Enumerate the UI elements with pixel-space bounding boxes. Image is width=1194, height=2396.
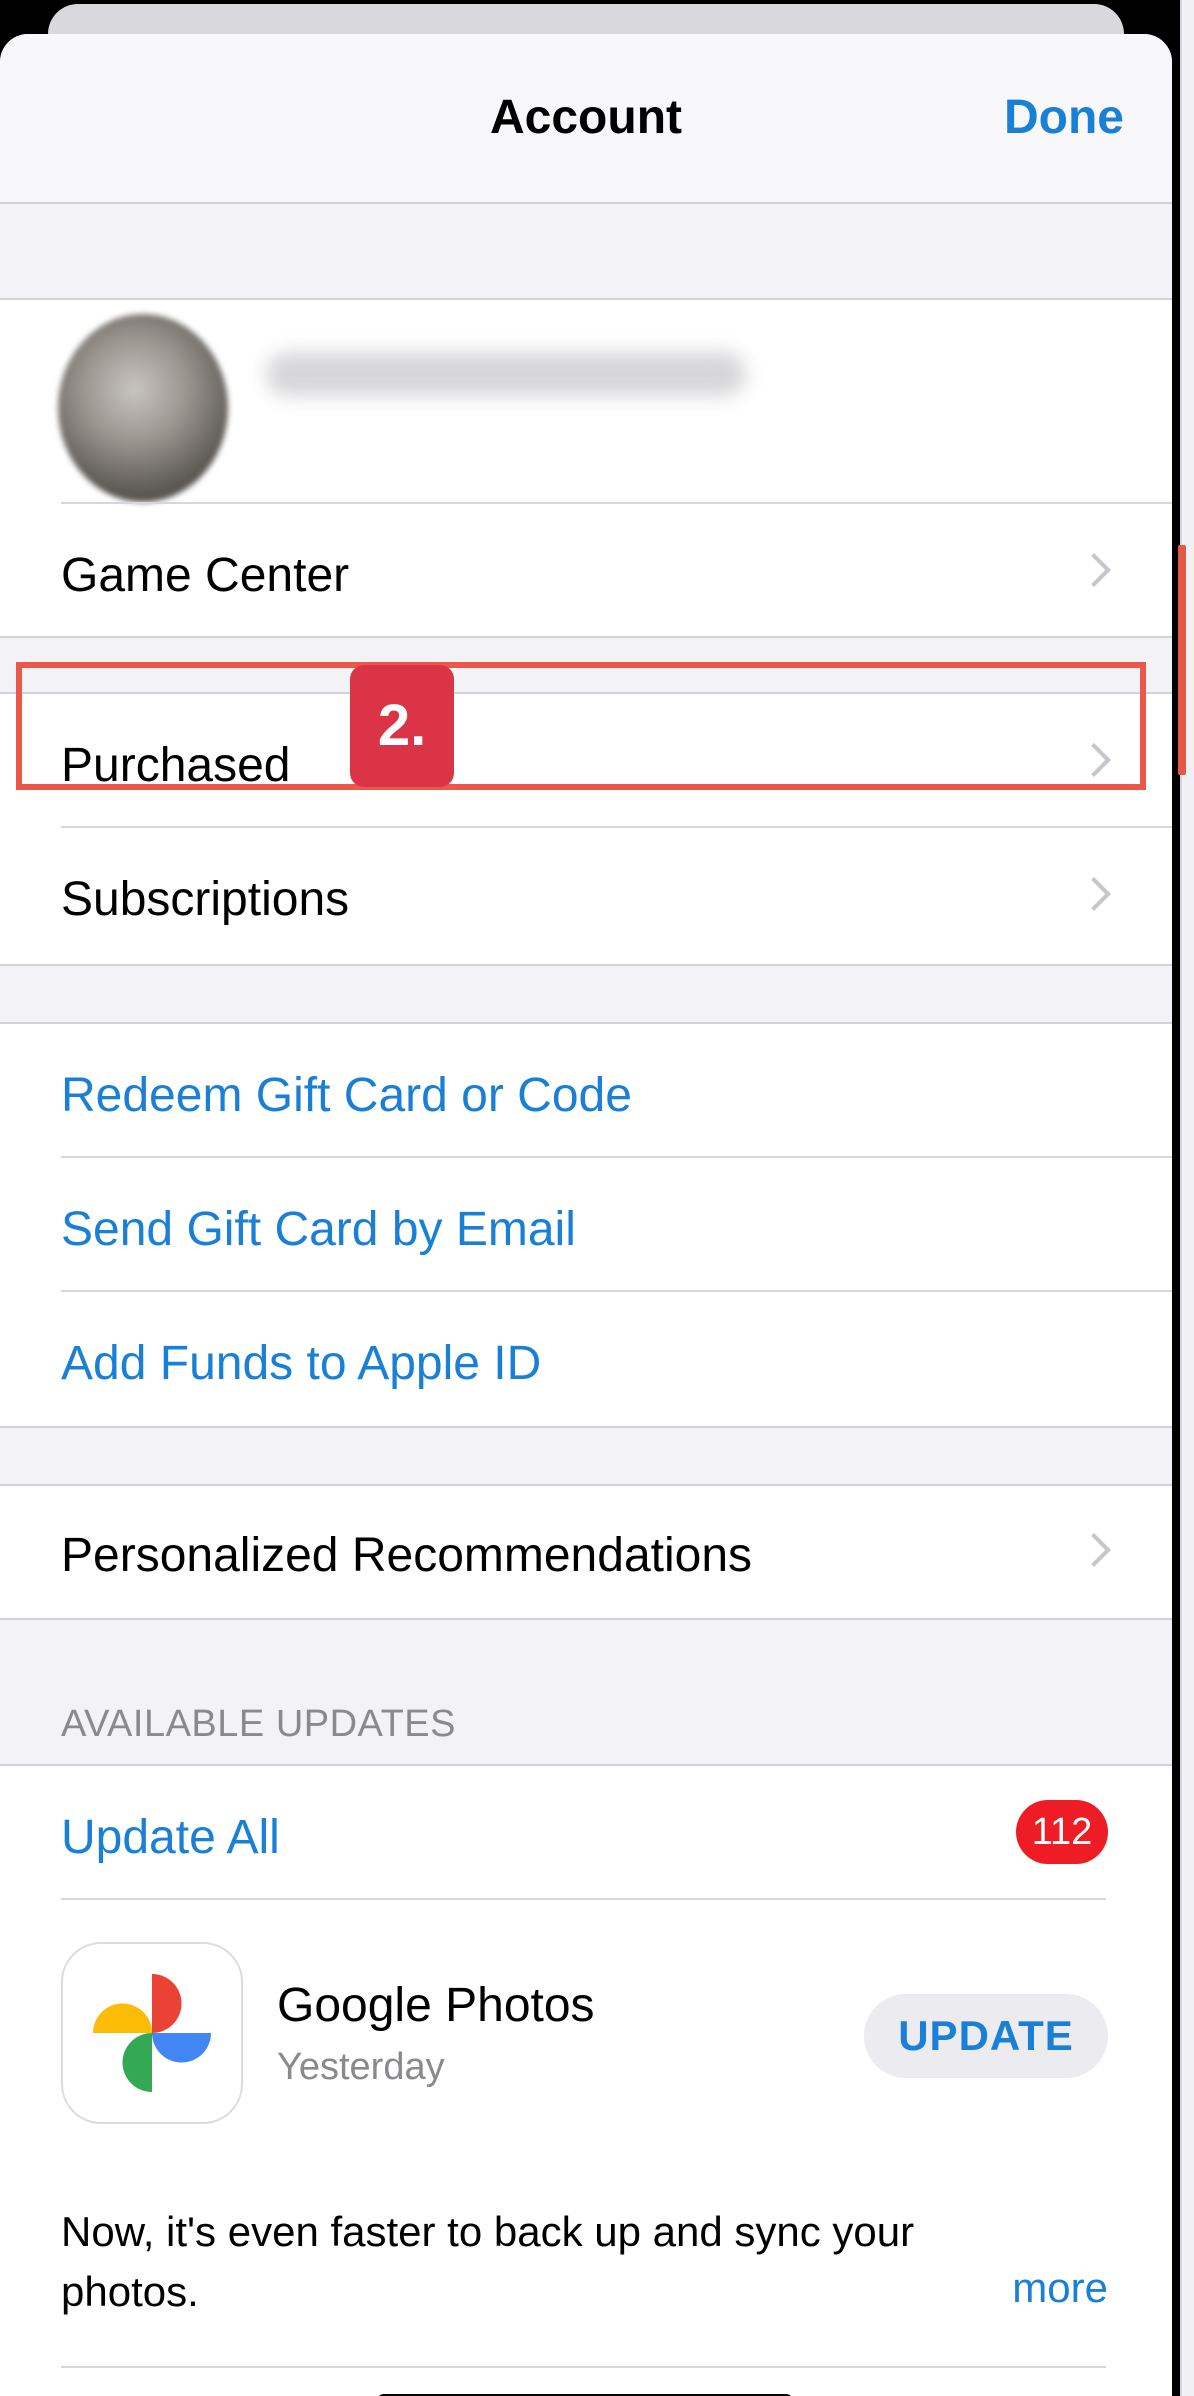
more-link[interactable]: more	[1012, 2264, 1108, 2312]
app-update-date: Yesterday	[277, 2046, 445, 2088]
update-all-row: Update All	[0, 1766, 1172, 1898]
navigation-bar: Account Done	[0, 34, 1172, 204]
send-gift-row[interactable]: Send Gift Card by Email	[0, 1158, 1172, 1290]
redeem-row[interactable]: Redeem Gift Card or Code	[0, 1024, 1172, 1156]
recommendations-group: Personalized Recommendations	[0, 1484, 1172, 1620]
personalized-recommendations-label: Personalized Recommendations	[61, 1529, 753, 1582]
update-count-badge: 112	[1016, 1800, 1108, 1864]
step-number-badge: 2.	[350, 665, 454, 787]
update-button[interactable]: UPDATE	[864, 1994, 1108, 2078]
annotation-edge-mark	[1178, 545, 1186, 775]
account-sheet: Account Done Game Center Purchased Subsc…	[0, 34, 1172, 2396]
divider	[61, 2366, 1106, 2368]
subscriptions-row[interactable]: Subscriptions	[0, 828, 1172, 962]
profile-group: Game Center	[0, 298, 1172, 638]
personalized-recommendations-row[interactable]: Personalized Recommendations	[0, 1486, 1172, 1618]
done-button[interactable]: Done	[1004, 90, 1124, 145]
profile-name-redacted	[266, 352, 746, 396]
update-all-button[interactable]: Update All	[61, 1810, 280, 1865]
google-photos-app-icon[interactable]	[61, 1942, 243, 2124]
purchased-highlight-box	[16, 662, 1146, 790]
chevron-right-icon	[1077, 877, 1111, 911]
divider	[61, 1898, 1106, 1900]
page-title: Account	[490, 91, 682, 144]
available-updates-header: AVAILABLE UPDATES	[61, 1703, 456, 1745]
app-name: Google Photos	[277, 1979, 595, 2032]
avatar	[58, 314, 228, 502]
gift-card-group: Redeem Gift Card or Code Send Gift Card …	[0, 1022, 1172, 1428]
chevron-right-icon	[1077, 1533, 1111, 1567]
app-description: Now, it's even faster to back up and syn…	[61, 2208, 915, 2315]
add-funds-link[interactable]: Add Funds to Apple ID	[61, 1336, 541, 1391]
profile-row[interactable]	[0, 300, 1172, 502]
game-center-row[interactable]: Game Center	[0, 504, 1172, 636]
subscriptions-label: Subscriptions	[61, 873, 350, 926]
google-photos-pinwheel-icon	[93, 1974, 211, 2092]
background-screen-edge	[1178, 0, 1194, 2396]
send-gift-card-link[interactable]: Send Gift Card by Email	[61, 1202, 576, 1257]
redeem-gift-card-link[interactable]: Redeem Gift Card or Code	[61, 1068, 632, 1123]
add-funds-row[interactable]: Add Funds to Apple ID	[0, 1292, 1172, 1424]
game-center-label: Game Center	[61, 549, 350, 602]
chevron-right-icon	[1077, 553, 1111, 587]
